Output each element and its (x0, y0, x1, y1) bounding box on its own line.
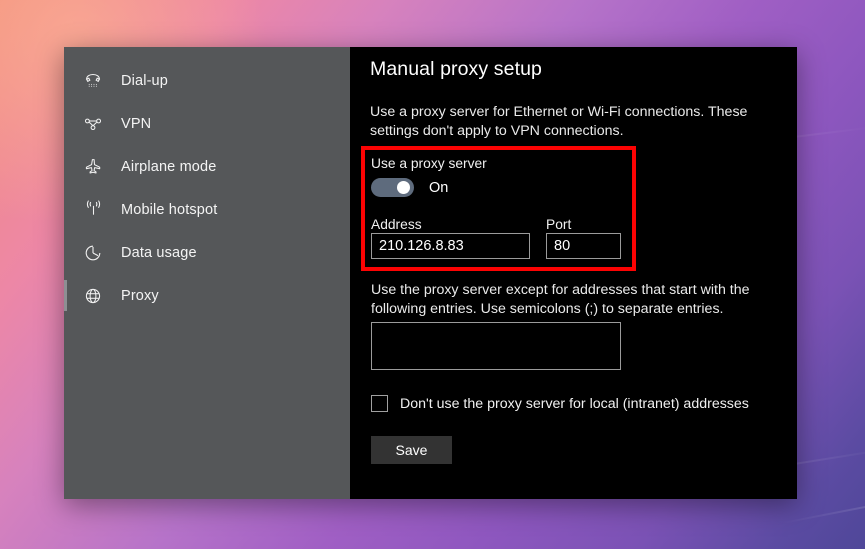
proxy-description: Use a proxy server for Ethernet or Wi-Fi… (370, 104, 748, 139)
toggle-knob (397, 181, 410, 194)
bypass-local-label: Don't use the proxy server for local (in… (400, 395, 749, 412)
sidebar-item-vpn[interactable]: VPN (64, 102, 350, 145)
settings-sidebar: Dial-up VPN Airplane mode Mobile hotspot… (64, 47, 350, 499)
bypass-local-checkbox[interactable] (371, 395, 388, 412)
port-input[interactable] (546, 233, 621, 259)
selection-indicator (64, 237, 67, 268)
address-input[interactable] (371, 233, 530, 259)
exceptions-input[interactable] (371, 322, 621, 370)
sidebar-item-proxy[interactable]: Proxy (64, 274, 350, 317)
globe-icon (78, 287, 108, 305)
use-proxy-toggle[interactable] (371, 178, 414, 197)
settings-window: Dial-up VPN Airplane mode Mobile hotspot… (64, 47, 797, 499)
selection-indicator (64, 65, 67, 96)
sidebar-item-label: Data usage (121, 244, 197, 261)
selection-indicator (64, 151, 67, 182)
use-proxy-toggle-row: On (371, 178, 448, 197)
sidebar-item-mobile-hotspot[interactable]: Mobile hotspot (64, 188, 350, 231)
selection-indicator (64, 108, 67, 139)
page-title: Manual proxy setup (370, 58, 542, 80)
selection-indicator (64, 194, 67, 225)
use-proxy-server-label: Use a proxy server (371, 156, 487, 171)
desktop-wallpaper: Dial-up VPN Airplane mode Mobile hotspot… (0, 0, 865, 549)
exceptions-description: Use the proxy server except for addresse… (371, 282, 750, 317)
sidebar-item-label: Airplane mode (121, 158, 217, 175)
sidebar-item-dial-up[interactable]: Dial-up (64, 59, 350, 102)
vpn-icon (78, 115, 108, 133)
mobile-hotspot-icon (78, 200, 108, 219)
port-label: Port (546, 217, 572, 232)
bypass-local-row[interactable]: Don't use the proxy server for local (in… (371, 395, 749, 412)
address-label: Address (371, 217, 422, 232)
save-button[interactable]: Save (371, 436, 452, 464)
sidebar-item-data-usage[interactable]: Data usage (64, 231, 350, 274)
sidebar-item-airplane-mode[interactable]: Airplane mode (64, 145, 350, 188)
sidebar-item-label: Dial-up (121, 72, 168, 89)
sidebar-item-label: Mobile hotspot (121, 201, 218, 218)
dialup-icon (78, 72, 108, 90)
toggle-state-label: On (429, 179, 449, 196)
sidebar-item-label: VPN (121, 115, 152, 132)
selection-indicator (64, 280, 67, 311)
proxy-settings-panel: Manual proxy setup Use a proxy server fo… (350, 47, 797, 499)
airplane-icon (78, 157, 108, 176)
data-usage-icon (78, 244, 108, 262)
sidebar-item-label: Proxy (121, 287, 159, 304)
